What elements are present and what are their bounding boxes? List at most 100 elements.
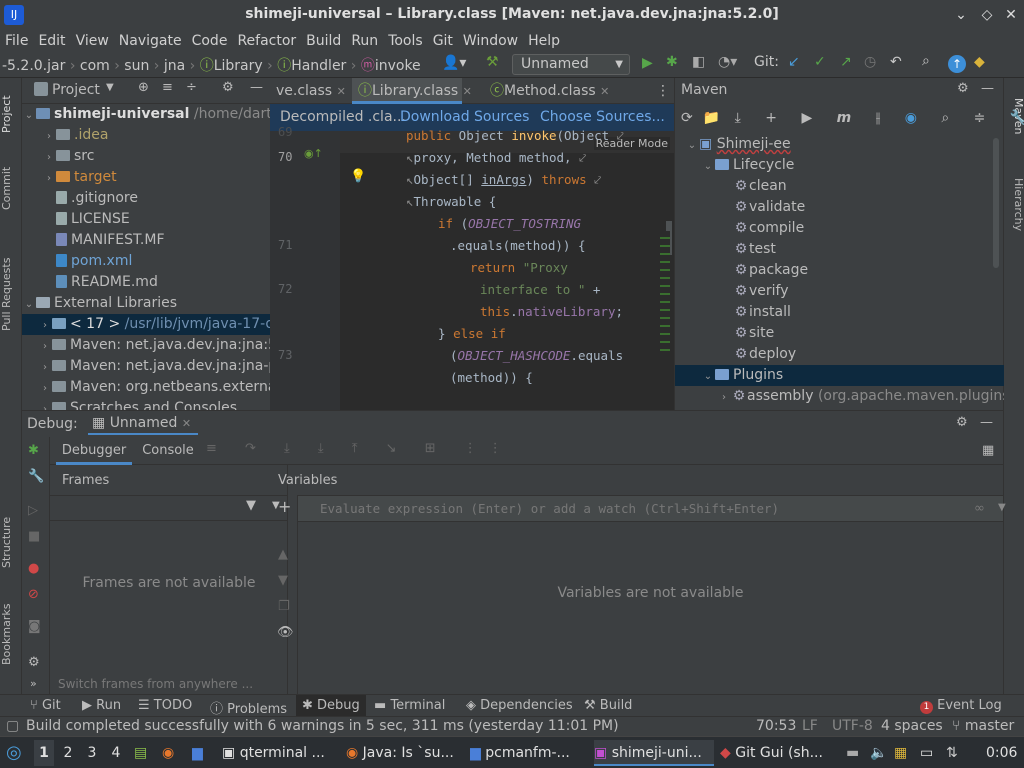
crumb-jna[interactable]: jna <box>164 58 185 74</box>
tool-tab-hierarchy[interactable]: Hierarchy <box>1004 170 1024 240</box>
file-encoding[interactable]: UTF-8 <box>832 718 873 734</box>
hide-icon[interactable]: — <box>980 415 993 430</box>
debug-bug-icon[interactable]: ✱ <box>666 54 678 70</box>
tool-terminal[interactable]: ▬ Terminal <box>374 698 445 713</box>
tab-console[interactable]: Console <box>138 437 198 465</box>
filter-icon[interactable]: ▼ <box>246 498 256 513</box>
tree-item-license[interactable]: LICENSE <box>22 209 270 230</box>
hide-icon[interactable]: — <box>250 80 263 95</box>
menu-refactor[interactable]: Refactor <box>232 30 301 52</box>
locate-icon[interactable]: ⊕ <box>138 80 149 95</box>
tool-todo[interactable]: ☰ TODO <box>138 698 192 713</box>
copy-icon[interactable]: ❐ <box>278 599 290 614</box>
maven-phase-validate[interactable]: ⚙ validate <box>675 197 1004 218</box>
menu-tools[interactable]: Tools <box>383 30 428 52</box>
menu-navigate[interactable]: Navigate <box>114 30 187 52</box>
resume-icon[interactable]: ▷ <box>28 503 38 518</box>
git-branch[interactable]: ⑂ master <box>952 718 1014 734</box>
stepping-toolbar[interactable]: ≡ ↷ ⤓ ⤓ ⤒ ↘ ⊞ ⋮⋮ <box>206 441 514 456</box>
maven-plugins[interactable]: ⌄ Plugins <box>675 365 1004 386</box>
task-intellij[interactable]: ▣ shimeji-uni... <box>594 740 714 766</box>
more-icon[interactable]: » <box>30 677 37 690</box>
maven-phase-package[interactable]: ⚙ package <box>675 260 1004 281</box>
workspace-2[interactable]: 2 <box>58 740 78 766</box>
hammer-icon[interactable]: ⚒ <box>486 54 499 70</box>
evaluate-glasses-icon[interactable]: ∞ <box>974 501 985 516</box>
update-icon[interactable]: ↑ <box>948 55 966 73</box>
clipboard-icon[interactable]: ▦ <box>894 740 916 766</box>
indent-setting[interactable]: 4 spaces <box>881 718 943 734</box>
workspace-3[interactable]: 3 <box>82 740 102 766</box>
project-title[interactable]: Project <box>52 82 100 98</box>
run-icon[interactable]: ▶ <box>642 55 653 71</box>
tree-item-manifest[interactable]: MANIFEST.MF <box>22 230 270 251</box>
layout-icon[interactable]: ▦ <box>982 443 994 458</box>
maven-scrollbar[interactable] <box>993 138 999 268</box>
maven-lifecycle[interactable]: ⌄ Lifecycle <box>675 155 1004 176</box>
tree-lib-jna-platform[interactable]: › Maven: net.java.dev.jna:jna-p <box>22 356 270 377</box>
hide-icon[interactable]: — <box>981 81 994 96</box>
tree-item-readme[interactable]: README.md <box>22 272 270 293</box>
menu-window[interactable]: Window <box>458 30 523 52</box>
tray-app-icon[interactable]: ▬ <box>846 740 864 766</box>
profile-icon[interactable]: ◔▾ <box>718 54 737 70</box>
rerun-debug-icon[interactable]: ✱ <box>28 443 39 458</box>
menu-file[interactable]: File <box>0 30 33 52</box>
menu-code[interactable]: Code <box>187 30 233 52</box>
tool-event-log[interactable]: 1 Event Log <box>920 698 1002 714</box>
collapse-icon[interactable]: ≡ <box>162 80 173 95</box>
mute-breakpoints-icon[interactable]: ⊘ <box>28 587 39 602</box>
crumb-sun[interactable]: sun <box>124 58 149 74</box>
rollback-icon[interactable]: ↶ <box>890 54 902 70</box>
maven-toolbar[interactable]: ⟳📁 ⤓ + ▶ m ⫲ ◉ ⌕ ≑ 🔧 <box>681 110 1024 126</box>
display-icon[interactable]: ▭ <box>920 740 942 766</box>
tree-item-idea[interactable]: › .idea <box>22 125 270 146</box>
menu-build[interactable]: Build <box>301 30 346 52</box>
tool-dependencies[interactable]: ◈ Dependencies <box>466 698 573 713</box>
volume-icon[interactable]: 🔈 <box>870 740 890 766</box>
tool-run[interactable]: ▶ Run <box>82 698 121 713</box>
plugin-icon[interactable]: ◆ <box>974 54 985 70</box>
tab-ve-class[interactable]: ve.class ✕ <box>270 78 352 104</box>
git-update-icon[interactable]: ↙ <box>788 54 800 70</box>
maven-project[interactable]: ⌄ ▣ Shimeji-ee <box>675 134 1004 155</box>
tool-tab-bookmarks[interactable]: Bookmarks <box>0 598 22 670</box>
line-separator[interactable]: LF <box>802 718 818 734</box>
maven-phase-site[interactable]: ⚙ site <box>675 323 1004 344</box>
chevron-down-icon[interactable]: ▼ <box>106 82 114 93</box>
user-icon[interactable]: 👤▾ <box>442 55 466 71</box>
expand-icon[interactable]: ÷ <box>186 80 197 95</box>
view-breakpoints-icon[interactable]: ● <box>28 561 39 576</box>
move-up-icon[interactable]: ▲ <box>278 547 288 562</box>
files-launcher-icon[interactable]: ▤ <box>134 740 158 766</box>
desktop-launcher-icon[interactable]: ▆ <box>192 740 216 766</box>
settings-wrench-icon[interactable]: 🔧 <box>28 469 44 484</box>
clock[interactable]: 0:06 <box>986 740 1020 766</box>
maven-phase-clean[interactable]: ⚙ clean <box>675 176 1004 197</box>
history-icon[interactable]: ◷ <box>864 54 876 70</box>
evaluate-expression-input[interactable]: Evaluate expression (Enter) or add a wat… <box>298 495 1006 522</box>
git-push-icon[interactable]: ↗ <box>840 54 852 70</box>
tree-lib-jdk[interactable]: › < 17 > /usr/lib/jvm/java-17-o <box>22 314 270 335</box>
add-watch-icon[interactable]: + <box>278 497 291 516</box>
tree-scratches[interactable]: › Scratches and Consoles <box>22 398 270 410</box>
tree-external-libraries[interactable]: ⌄ External Libraries <box>22 293 270 314</box>
tool-git[interactable]: ⑂ Git <box>30 698 61 713</box>
tree-lib-netbeans[interactable]: › Maven: org.netbeans.externa <box>22 377 270 398</box>
crumb-com[interactable]: com <box>80 58 110 74</box>
menu-view[interactable]: View <box>71 30 114 52</box>
menu-run[interactable]: Run <box>346 30 383 52</box>
crumb-library[interactable]: Library <box>214 58 263 74</box>
minimize-icon[interactable]: ⌄ <box>950 4 972 26</box>
task-firefox[interactable]: ◉ Java: Is `su... <box>346 740 464 766</box>
tabs-menu-icon[interactable]: ⋮ <box>650 78 674 104</box>
maven-phase-verify[interactable]: ⚙ verify <box>675 281 1004 302</box>
coverage-icon[interactable]: ◧ <box>692 54 705 70</box>
menu-help[interactable]: Help <box>523 30 565 52</box>
status-message[interactable]: Build completed successfully with 6 warn… <box>26 718 619 734</box>
watch-eye-icon[interactable]: 👁 <box>277 625 294 640</box>
workspace-4[interactable]: 4 <box>106 740 126 766</box>
maven-phase-install[interactable]: ⚙ install <box>675 302 1004 323</box>
gear-icon[interactable]: ⚙ <box>28 655 40 670</box>
task-pcmanfm[interactable]: ▆ pcmanfm-... <box>470 740 588 766</box>
